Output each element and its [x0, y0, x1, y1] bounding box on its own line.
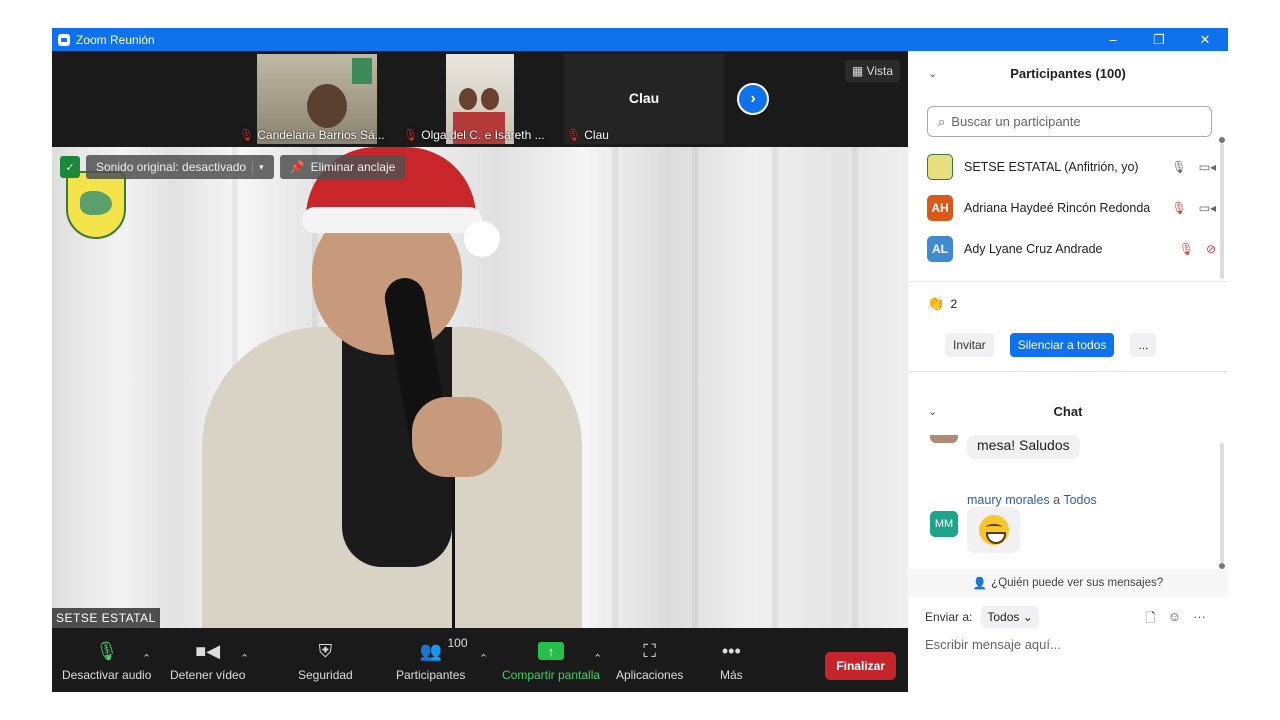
muted-mic-icon: 🎙: [566, 128, 582, 142]
recipient-select[interactable]: Todos ⌄: [981, 606, 1039, 628]
video-badges: ✓ Sonido original: desactivado ▾ 📌 Elimina…: [60, 155, 406, 179]
grinning-face-icon: [978, 515, 1009, 545]
encryption-shield-icon: ✓: [60, 156, 80, 178]
zoom-logo-icon: [58, 33, 70, 46]
avatar: [930, 435, 958, 443]
ellipsis-icon: •••: [721, 640, 741, 661]
muted-mic-icon[interactable]: 🎙: [1179, 242, 1194, 256]
avatar: MM: [930, 511, 958, 537]
organization-seal: [66, 171, 126, 239]
participants-button[interactable]: 👥 100 Participantes: [396, 628, 468, 692]
unpin-button[interactable]: 📌 Eliminar anclaje: [279, 155, 406, 179]
stop-video-button[interactable]: ■◀ Detener vídeo: [170, 628, 245, 692]
thumbnail-video[interactable]: 🎙 Olga del C. e Isareth ...: [401, 54, 561, 144]
participants-scrollbar[interactable]: [1219, 137, 1225, 279]
share-options-chevron-icon[interactable]: ⌃: [593, 652, 602, 665]
grid-icon: ▦: [851, 64, 864, 78]
who-can-see-messages-link[interactable]: 👤 ¿Quién puede ver sus mensajes?: [908, 569, 1228, 597]
chat-message-input[interactable]: Escribir mensaje aquí...: [925, 637, 1061, 652]
chevron-down-icon: ⌄: [1022, 610, 1033, 624]
main-speaker-video: ✓ Sonido original: desactivado ▾ 📌 Elimina…: [52, 147, 908, 628]
send-to-row: Enviar a: Todos ⌄: [925, 606, 1039, 628]
video-area: 🎙 Candelaria Barrios Sá... 🎙 Olga del C. e…: [52, 51, 908, 628]
clapping-hands-icon: 👏: [927, 295, 945, 311]
participant-row[interactable]: SETSE ESTATAL (Anfitrión, yo) 🎙 ▭◂: [908, 146, 1220, 187]
video-off-icon[interactable]: ⊘: [1206, 242, 1216, 256]
share-screen-button[interactable]: ↑ Compartir pantalla: [502, 628, 600, 692]
participants-actions: Invitar Silenciar a todos ...: [945, 333, 1157, 357]
search-icon: ⌕: [938, 113, 946, 129]
participants-icon: 👥 100: [419, 636, 468, 661]
thumbnail-name: 🎙 Clau: [566, 128, 609, 142]
share-arrow-icon: ↑: [538, 642, 565, 660]
next-page-button[interactable]: ›: [737, 83, 769, 115]
shield-icon: ⛨: [318, 640, 333, 661]
more-options-button[interactable]: ...: [1130, 333, 1157, 357]
pin-icon: 📌: [289, 160, 305, 174]
participants-options-chevron-icon[interactable]: ⌃: [479, 652, 488, 665]
thumbnail-video[interactable]: Clau 🎙 Clau: [564, 54, 724, 144]
more-button[interactable]: ••• Más: [720, 628, 743, 692]
meeting-toolbar: 🎙 Desactivar audio ⌃ ■◀ Detener vídeo ⌃ …: [52, 628, 908, 692]
chat-scrollbar[interactable]: [1219, 443, 1225, 569]
apps-button[interactable]: ⛶ Aplicaciones: [616, 628, 683, 692]
thumbnail-video[interactable]: 🎙 Candelaria Barrios Sá...: [237, 54, 397, 144]
minimize-button[interactable]: –: [1090, 28, 1136, 51]
end-meeting-button[interactable]: Finalizar: [825, 652, 896, 680]
restore-button[interactable]: ❐: [1136, 28, 1182, 51]
video-options-chevron-icon[interactable]: ⌃: [240, 652, 249, 665]
thumbnail-name: 🎙 Candelaria Barrios Sá...: [239, 128, 385, 142]
raised-hands-count: 👏 2: [927, 295, 958, 311]
muted-mic-icon: 🎙: [403, 128, 419, 142]
thumbnail-center-name: Clau: [628, 90, 660, 106]
microphone-icon: 🎙: [95, 640, 119, 661]
speaker-name-tag: SETSE ESTATAL: [52, 608, 160, 628]
security-button[interactable]: ⛨ Seguridad: [298, 628, 353, 692]
mute-audio-button[interactable]: 🎙 Desactivar audio: [62, 628, 151, 692]
muted-mic-icon: 🎙: [239, 128, 255, 142]
microphone-icon[interactable]: 🎙: [1171, 160, 1186, 174]
ellipsis-icon[interactable]: ···: [1193, 609, 1206, 631]
file-icon[interactable]: 🗋: [1145, 609, 1155, 631]
participant-list: SETSE ESTATAL (Anfitrión, yo) 🎙 ▭◂ AH Adr…: [908, 146, 1220, 278]
zoom-window: Zoom Reunión – ❐ ✕ 🎙 Candelaria Barrios S…: [52, 28, 1228, 692]
participant-row[interactable]: AL Ady Lyane Cruz Andrade 🎙 ⊘: [908, 228, 1220, 269]
person-icon: 👤: [972, 578, 988, 590]
participant-search-input[interactable]: ⌕ Buscar un participante: [927, 106, 1212, 137]
participants-count: 100: [447, 636, 468, 650]
close-button[interactable]: ✕: [1182, 28, 1228, 51]
view-button[interactable]: ▦ Vista: [844, 60, 900, 82]
muted-mic-icon[interactable]: 🎙: [1171, 201, 1186, 215]
participants-header: ⌄ Participantes (100): [928, 65, 1126, 81]
mute-all-button[interactable]: Silenciar a todos: [1009, 333, 1115, 357]
video-camera-icon[interactable]: ▭◂: [1199, 160, 1216, 174]
apps-icon: ⛶: [643, 640, 656, 661]
title-bar: Zoom Reunión – ❐ ✕: [52, 28, 1228, 51]
invite-button[interactable]: Invitar: [945, 333, 994, 357]
video-camera-icon: ■◀: [195, 640, 221, 661]
avatar: AH: [927, 194, 953, 221]
chat-emoji-message: [967, 507, 1020, 553]
chat-messages: mesa! Saludos maury morales a Todos MM: [908, 435, 1218, 563]
chat-tools: 🗋 ☺ ···: [1145, 609, 1206, 631]
original-sound-toggle[interactable]: Sonido original: desactivado ▾: [86, 155, 274, 179]
speaker-figure: [202, 147, 582, 628]
chat-message-bubble: mesa! Saludos: [967, 435, 1080, 459]
side-panel: ⌄ Participantes (100) ⌕ Buscar un partic…: [908, 51, 1228, 692]
emoji-icon[interactable]: ☺: [1168, 609, 1181, 631]
chevron-down-icon[interactable]: ▾: [252, 161, 264, 173]
chat-header: ⌄ Chat: [928, 403, 1083, 419]
avatar: [927, 153, 953, 180]
collapse-chevron-icon[interactable]: ⌄: [928, 405, 937, 418]
window-title: Zoom Reunión: [76, 32, 155, 47]
thumbnail-strip: 🎙 Candelaria Barrios Sá... 🎙 Olga del C. e…: [52, 51, 908, 147]
chat-sender: maury morales a Todos: [967, 493, 1097, 507]
chevron-right-icon: ›: [750, 90, 756, 107]
video-camera-icon[interactable]: ▭◂: [1199, 201, 1216, 215]
audio-options-chevron-icon[interactable]: ⌃: [142, 652, 151, 665]
thumbnail-name: 🎙 Olga del C. e Isareth ...: [403, 128, 545, 142]
collapse-chevron-icon[interactable]: ⌄: [928, 67, 937, 80]
participant-row[interactable]: AH Adriana Haydeé Rincón Redonda 🎙 ▭◂: [908, 187, 1220, 228]
avatar: AL: [927, 235, 953, 262]
